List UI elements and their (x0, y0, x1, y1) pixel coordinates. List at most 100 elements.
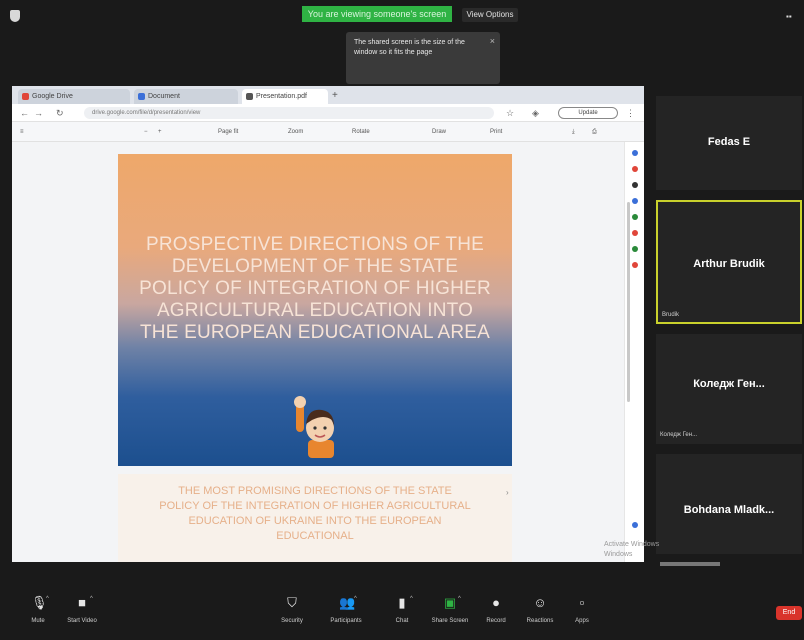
extensions-icon[interactable]: ◈ (532, 106, 539, 120)
tab-favicon-icon (246, 93, 253, 100)
side-app-icon[interactable] (632, 262, 638, 268)
sidebar-toggle-icon[interactable]: ≡ (20, 126, 24, 138)
side-app-icon[interactable] (632, 150, 638, 156)
start-video-button[interactable]: ■ ^ Start Video (62, 596, 102, 636)
participant-tile[interactable]: Fedas E (656, 96, 802, 190)
participant-name: Коледж Ген... (693, 378, 765, 390)
tab-label: Document (148, 93, 180, 100)
print-icon[interactable]: ⎙ (592, 126, 597, 138)
participant-tile[interactable]: Коледж Ген... Коледж Ген... (656, 334, 802, 444)
chevron-up-icon[interactable]: ^ (458, 596, 461, 602)
tab-label: Google Drive (32, 93, 73, 100)
apps-button[interactable]: ▫ Apps (562, 596, 602, 636)
toolbar-item[interactable]: Page fit (218, 126, 238, 138)
share-banner[interactable]: You are viewing someone's screen (302, 6, 452, 22)
top-bar: You are viewing someone's screen View Op… (0, 0, 804, 36)
shield-icon: ⛉ (287, 595, 297, 610)
view-options-button[interactable]: View Options (462, 8, 518, 22)
chevron-up-icon[interactable]: ^ (410, 596, 413, 602)
control-label: Chat (395, 618, 409, 624)
participants-button[interactable]: 👥 ^ Participants (326, 596, 366, 636)
url-field[interactable]: drive.google.com/file/d/presentation/vie… (84, 107, 494, 119)
watermark-line: Activate Windows (604, 541, 660, 548)
side-app-icon[interactable] (632, 522, 638, 528)
control-label: Apps (575, 618, 589, 624)
participant-tile-active-speaker[interactable]: Arthur Brudik Brudik (656, 200, 802, 324)
page-arrow-icon[interactable]: › (506, 488, 509, 497)
mute-button[interactable]: 🎙 ^ Mute (18, 596, 58, 636)
tab-label: Presentation.pdf (256, 93, 307, 100)
tab-favicon-icon (138, 93, 145, 100)
slide-heading: THE MOST PROMISING DIRECTIONS OF THE STA… (159, 485, 471, 542)
toolbar-item[interactable]: Rotate (352, 126, 370, 138)
zoom-in-icon[interactable]: + (158, 126, 162, 138)
chevron-up-icon[interactable]: ^ (90, 596, 93, 602)
back-icon[interactable]: ← (20, 106, 29, 120)
security-shield-icon (10, 10, 20, 22)
toolbar-item[interactable]: Print (490, 126, 502, 138)
browser-tab[interactable]: Google Drive (18, 89, 130, 104)
chat-icon: ▮ (398, 595, 406, 610)
control-label: Security (281, 618, 303, 624)
side-app-icon[interactable] (632, 246, 638, 252)
watermark-line: Windows (604, 551, 633, 558)
pdf-toolbar: ≡ − + Page fit Zoom Rotate Draw Print ⤓ … (12, 122, 644, 142)
control-label: Participants (330, 618, 362, 624)
microphone-icon: 🎙 (31, 595, 48, 610)
participant-name: Fedas E (707, 136, 751, 148)
side-app-icon[interactable] (632, 230, 638, 236)
participant-label: Коледж Ген... (660, 432, 698, 438)
participant-label: Brudik (662, 312, 680, 318)
side-app-icon[interactable] (632, 182, 638, 188)
control-label: Reactions (526, 618, 554, 624)
reactions-icon: ☺ (533, 595, 547, 610)
meeting-controls-bar: 🎙 ^ Mute ■ ^ Start Video ⛉ Security 👥 ^ Par… (0, 586, 804, 640)
new-tab-icon[interactable]: + (332, 89, 338, 103)
browser-tab-strip: Google Drive Document Presentation.pdf + (12, 86, 644, 104)
status-bar (660, 562, 720, 566)
tab-favicon-icon (22, 93, 29, 100)
info-tooltip: The shared screen is the size of the win… (346, 32, 500, 84)
toolbar-item[interactable]: Draw (432, 126, 446, 138)
address-bar: ← → ↻ drive.google.com/file/d/presentati… (12, 104, 644, 122)
record-button[interactable]: ● Record (476, 596, 516, 636)
forward-icon[interactable]: → (34, 106, 43, 120)
end-meeting-button[interactable]: End (776, 606, 802, 620)
side-app-icon[interactable] (632, 198, 638, 204)
windows-activation-watermark: Activate Windows Windows (604, 540, 744, 560)
raised-hand-person-icon (294, 396, 334, 458)
participant-name: Arthur Brudik (693, 258, 765, 270)
chevron-up-icon[interactable]: ^ (354, 596, 357, 602)
scrollbar-thumb[interactable] (627, 202, 630, 402)
security-button[interactable]: ⛉ Security (272, 596, 312, 636)
share-screen-button[interactable]: ▣ ^ Share Screen (430, 596, 470, 636)
control-label: Record (486, 618, 506, 624)
bookmark-icon[interactable]: ☆ (506, 106, 514, 120)
share-screen-icon: ▣ (443, 595, 457, 610)
toolbar-item[interactable]: Zoom (288, 126, 303, 138)
control-label: Mute (31, 618, 45, 624)
reactions-button[interactable]: ☺ Reactions (520, 596, 560, 636)
zoom-out-icon[interactable]: − (144, 126, 148, 138)
update-button[interactable]: Update (558, 107, 618, 119)
reload-icon[interactable]: ↻ (56, 106, 64, 120)
side-app-icon[interactable] (632, 214, 638, 220)
menu-icon[interactable]: ⋮ (626, 106, 635, 120)
chat-button[interactable]: ▮ ^ Chat (382, 596, 422, 636)
slide-page-2: THE MOST PROMISING DIRECTIONS OF THE STA… (118, 474, 512, 562)
slide-page-1: PROSPECTIVE DIRECTIONS OF THE DEVELOPMEN… (118, 154, 512, 466)
shared-screen: Google Drive Document Presentation.pdf +… (12, 86, 644, 562)
document-viewer[interactable]: PROSPECTIVE DIRECTIONS OF THE DEVELOPMEN… (12, 142, 624, 562)
chevron-up-icon[interactable]: ^ (46, 596, 49, 602)
fullscreen-icon[interactable]: ▪▪ (786, 12, 798, 21)
download-icon[interactable]: ⤓ (572, 126, 575, 138)
side-app-icon[interactable] (632, 166, 638, 172)
browser-tab[interactable]: Document (134, 89, 238, 104)
participants-icon: 👥 (339, 595, 356, 610)
control-label: Start Video (67, 618, 97, 624)
close-icon[interactable]: × (490, 36, 495, 46)
browser-tab-active[interactable]: Presentation.pdf (242, 89, 328, 104)
video-icon: ■ (78, 595, 86, 610)
slide-title: PROSPECTIVE DIRECTIONS OF THE DEVELOPMEN… (139, 234, 491, 343)
participant-tile[interactable]: Bohdana Mladk... (656, 454, 802, 554)
